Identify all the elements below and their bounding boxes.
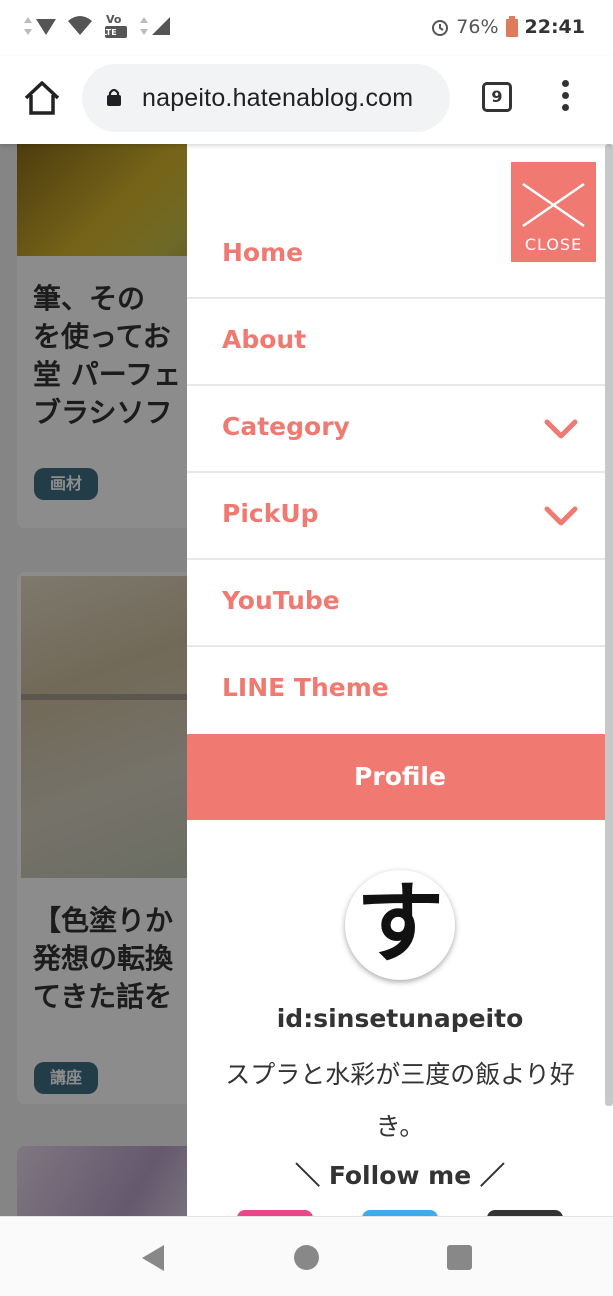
menu-item-label: Category bbox=[222, 412, 350, 441]
follow-heading: ＼ Follow me ／ bbox=[295, 1161, 505, 1190]
cell-signal-icon bbox=[140, 17, 170, 35]
alarm-icon bbox=[432, 20, 449, 36]
menu-item-label: LINE Theme bbox=[222, 673, 389, 702]
menu-item-pickup[interactable]: PickUp bbox=[187, 473, 605, 560]
avatar[interactable]: す bbox=[345, 870, 455, 980]
menu-item-line-theme[interactable]: LINE Theme bbox=[187, 647, 605, 734]
battery-icon bbox=[505, 16, 518, 37]
lock-icon bbox=[107, 88, 121, 106]
slide-menu: CLOSE Home About Category PickUp YouTube… bbox=[187, 144, 613, 1216]
lte-badge: LTE bbox=[102, 28, 117, 37]
recents-icon[interactable] bbox=[447, 1245, 472, 1270]
menu-icon[interactable] bbox=[560, 80, 570, 114]
chevron-down-icon[interactable] bbox=[543, 418, 579, 442]
signal-icon bbox=[24, 17, 56, 35]
home-circle-icon[interactable] bbox=[294, 1245, 319, 1270]
status-bar: Vo LTE 76% 22:41 bbox=[0, 0, 613, 56]
status-icons-left: Vo LTE bbox=[22, 12, 174, 40]
profile-id[interactable]: id:sinsetunapeito bbox=[187, 1004, 613, 1033]
svg-text:Vo: Vo bbox=[106, 13, 122, 26]
home-icon[interactable] bbox=[22, 78, 62, 118]
menu-item-youtube[interactable]: YouTube bbox=[187, 560, 605, 647]
menu-item-about[interactable]: About bbox=[187, 299, 605, 386]
address-bar[interactable]: napeito.hatenablog.com bbox=[82, 64, 450, 132]
menu-item-category[interactable]: Category bbox=[187, 386, 605, 473]
tab-switcher-button[interactable]: 9 bbox=[482, 82, 512, 112]
chevron-down-icon[interactable] bbox=[543, 505, 579, 529]
status-icons-right: 76% 22:41 bbox=[430, 16, 585, 38]
clock: 22:41 bbox=[524, 16, 585, 38]
scrollbar[interactable] bbox=[605, 144, 613, 1106]
avatar-glyph: す bbox=[355, 872, 444, 975]
url-text: napeito.hatenablog.com bbox=[142, 84, 414, 112]
menu-item-home[interactable]: Home bbox=[187, 212, 605, 299]
browser-toolbar: napeito.hatenablog.com 9 bbox=[0, 56, 613, 144]
menu-item-label: About bbox=[222, 325, 307, 354]
profile-description: スプラと水彩が三度の飯より好き。 bbox=[225, 1060, 575, 1141]
system-navigation-bar bbox=[0, 1216, 613, 1296]
back-icon[interactable] bbox=[140, 1243, 166, 1273]
battery-percent: 76% bbox=[456, 16, 499, 38]
wifi-icon bbox=[68, 16, 92, 35]
menu-item-label: PickUp bbox=[222, 499, 319, 528]
menu-item-label: Home bbox=[222, 238, 304, 267]
profile-heading: Profile bbox=[354, 762, 446, 791]
profile-header: Profile bbox=[187, 734, 613, 820]
menu-item-label: YouTube bbox=[222, 586, 340, 615]
